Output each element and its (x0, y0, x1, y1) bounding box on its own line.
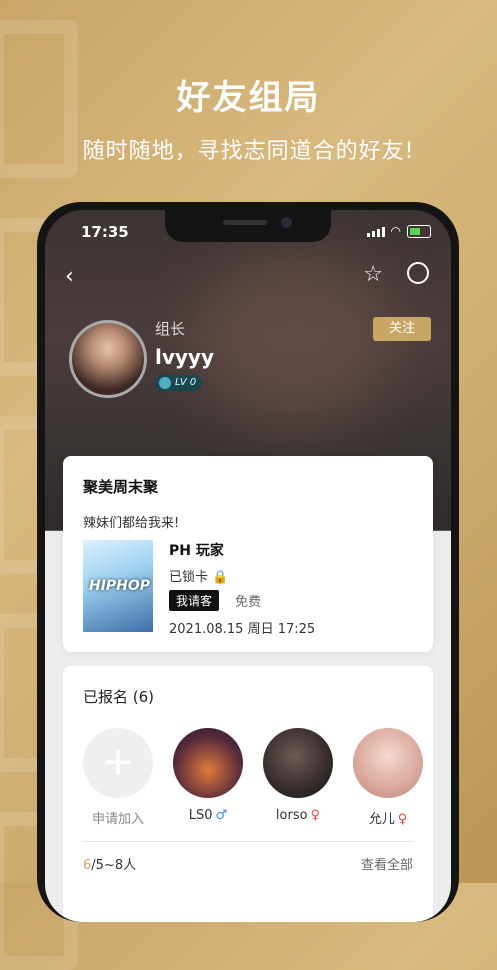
level-badge: LV 0 (155, 375, 203, 391)
treat-badge: 我请客 (169, 590, 220, 611)
venue-logo-text: HIPHOP (89, 578, 151, 594)
signup-header: 已报名 (6) (83, 688, 155, 706)
member-name: lorso (275, 808, 308, 823)
participant-count: 6/5~8人 (83, 858, 137, 873)
member-name: 允儿 (368, 812, 395, 827)
status-time: 17:35 (81, 223, 129, 241)
member-name: LS0 (188, 808, 213, 823)
follow-button[interactable]: 关注 (373, 317, 431, 341)
signup-card: 已报名 (6) + 申请加入 LS0 ♂ lorso ♀ 允儿 ♀ 6/5~8人 查看… (63, 666, 433, 922)
member-avatar[interactable] (353, 728, 423, 798)
star-icon[interactable]: ☆ (363, 262, 383, 287)
venue-name[interactable]: PH 玩家 (169, 540, 224, 560)
price-label: 免费 (235, 595, 262, 610)
phone-frame: 17:35 ◠ ‹ ☆ 组长 lvyyy LV 0 关注 聚美周末聚 辣妹们都给… (37, 202, 459, 922)
role-label: 组长 (155, 320, 186, 338)
venue-logo[interactable]: HIPHOP (83, 540, 153, 632)
male-icon: ♂ (215, 808, 228, 823)
avatar[interactable] (69, 320, 147, 398)
status-icons: ◠ (366, 224, 431, 238)
signal-icon (366, 226, 385, 237)
hero-title: 好友组局 (176, 78, 321, 118)
lock-icon: 🔒 (212, 570, 229, 585)
username: lvyyy (155, 345, 215, 369)
wifi-icon: ◠ (390, 224, 401, 238)
member-avatar[interactable] (263, 728, 333, 798)
member-item[interactable]: lorso ♀ (263, 728, 333, 823)
join-label[interactable]: 申请加入 (83, 808, 153, 827)
chevron-left-icon[interactable]: ‹ (65, 264, 74, 289)
divider (83, 841, 413, 842)
member-item[interactable]: 允儿 ♀ (353, 728, 423, 827)
event-card: 聚美周末聚 辣妹们都给我来! HIPHOP PH 玩家 已锁卡 🔒 我请客 免费 … (63, 456, 433, 652)
share-icon[interactable] (407, 262, 429, 284)
booking-status: 已锁卡 🔒 (169, 570, 229, 585)
battery-icon (407, 224, 431, 238)
event-datetime: 2021.08.15 周日 17:25 (169, 622, 316, 637)
member-avatar[interactable] (173, 728, 243, 798)
female-icon: ♀ (397, 812, 408, 827)
view-all-link[interactable]: 查看全部 (361, 854, 413, 873)
female-icon: ♀ (310, 808, 321, 823)
event-description: 辣妹们都给我来! (83, 516, 180, 531)
event-title: 聚美周末聚 (83, 478, 159, 496)
hero-subtitle: 随时随地，寻找志同道合的好友! (82, 139, 415, 164)
phone-notch (165, 210, 331, 242)
plus-icon[interactable]: + (83, 728, 153, 798)
member-item[interactable]: LS0 ♂ (173, 728, 243, 823)
app-screen: 17:35 ◠ ‹ ☆ 组长 lvyyy LV 0 关注 聚美周末聚 辣妹们都给… (45, 210, 451, 922)
